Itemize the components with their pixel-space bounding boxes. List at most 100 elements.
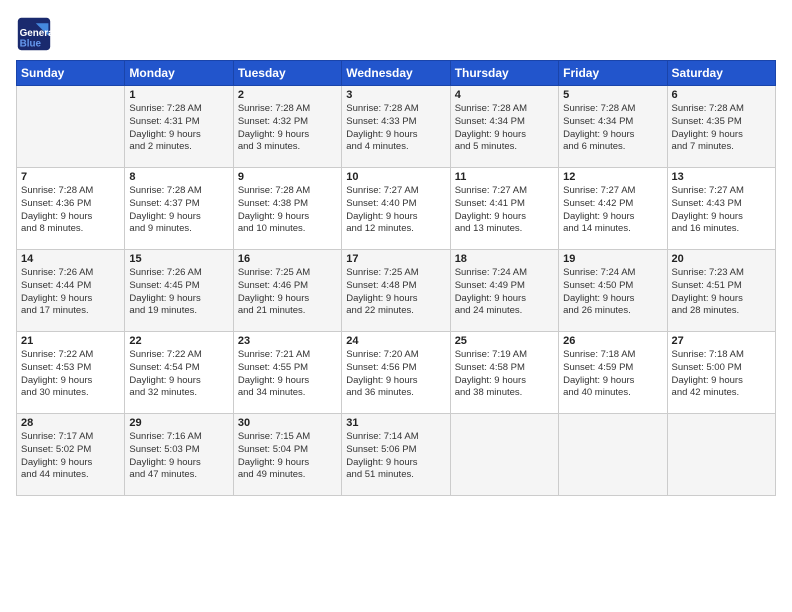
day-number: 29	[129, 417, 228, 429]
day-number: 1	[129, 89, 228, 101]
svg-text:Blue: Blue	[20, 39, 42, 50]
calendar-cell: 25 Sunrise: 7:19 AM Sunset: 4:58 PM Dayli…	[450, 332, 558, 414]
cell-content: Sunrise: 7:25 AM Sunset: 4:48 PM Dayligh…	[346, 267, 445, 318]
cell-content: Sunrise: 7:19 AM Sunset: 4:58 PM Dayligh…	[455, 349, 554, 400]
calendar-cell: 21 Sunrise: 7:22 AM Sunset: 4:53 PM Dayli…	[17, 332, 125, 414]
calendar-body: 1 Sunrise: 7:28 AM Sunset: 4:31 PM Daylig…	[17, 86, 776, 496]
day-number: 25	[455, 335, 554, 347]
day-number: 16	[238, 253, 337, 265]
day-number: 17	[346, 253, 445, 265]
cell-content: Sunrise: 7:15 AM Sunset: 5:04 PM Dayligh…	[238, 431, 337, 482]
cell-content: Sunrise: 7:26 AM Sunset: 4:44 PM Dayligh…	[21, 267, 120, 318]
week-row-2: 7Sunrise: 7:28 AM Sunset: 4:36 PM Daylig…	[17, 168, 776, 250]
day-number: 3	[346, 89, 445, 101]
day-number: 22	[129, 335, 228, 347]
weekday-header-monday: Monday	[125, 61, 233, 86]
cell-content: Sunrise: 7:20 AM Sunset: 4:56 PM Dayligh…	[346, 349, 445, 400]
calendar-cell: 16 Sunrise: 7:25 AM Sunset: 4:46 PM Dayli…	[233, 250, 341, 332]
week-row-1: 1 Sunrise: 7:28 AM Sunset: 4:31 PM Daylig…	[17, 86, 776, 168]
day-number: 4	[455, 89, 554, 101]
cell-content: Sunrise: 7:22 AM Sunset: 4:54 PM Dayligh…	[129, 349, 228, 400]
calendar-cell: 14 Sunrise: 7:26 AM Sunset: 4:44 PM Dayli…	[17, 250, 125, 332]
cell-content: Sunrise: 7:25 AM Sunset: 4:46 PM Dayligh…	[238, 267, 337, 318]
cell-content: Sunrise: 7:24 AM Sunset: 4:49 PM Dayligh…	[455, 267, 554, 318]
cell-content: Sunrise: 7:27 AM Sunset: 4:43 PM Dayligh…	[672, 185, 771, 236]
calendar-cell: 15 Sunrise: 7:26 AM Sunset: 4:45 PM Dayli…	[125, 250, 233, 332]
day-number: 30	[238, 417, 337, 429]
calendar-cell: 24 Sunrise: 7:20 AM Sunset: 4:56 PM Dayli…	[342, 332, 450, 414]
cell-content: Sunrise: 7:26 AM Sunset: 4:45 PM Dayligh…	[129, 267, 228, 318]
cell-content: Sunrise: 7:28 AM Sunset: 4:38 PM Dayligh…	[238, 185, 337, 236]
calendar-cell: 13Sunrise: 7:27 AM Sunset: 4:43 PM Dayli…	[667, 168, 775, 250]
calendar-cell: 11Sunrise: 7:27 AM Sunset: 4:41 PM Dayli…	[450, 168, 558, 250]
calendar-cell: 10 Sunrise: 7:27 AM Sunset: 4:40 PM Dayli…	[342, 168, 450, 250]
logo: General Blue	[16, 16, 52, 52]
day-number: 10	[346, 171, 445, 183]
cell-content: Sunrise: 7:28 AM Sunset: 4:34 PM Dayligh…	[455, 103, 554, 154]
day-number: 21	[21, 335, 120, 347]
logo-icon: General Blue	[16, 16, 52, 52]
cell-content: Sunrise: 7:17 AM Sunset: 5:02 PM Dayligh…	[21, 431, 120, 482]
cell-content: Sunrise: 7:18 AM Sunset: 4:59 PM Dayligh…	[563, 349, 662, 400]
calendar-cell: 8Sunrise: 7:28 AM Sunset: 4:37 PM Daylig…	[125, 168, 233, 250]
calendar-cell: 28 Sunrise: 7:17 AM Sunset: 5:02 PM Dayli…	[17, 414, 125, 496]
cell-content: Sunrise: 7:23 AM Sunset: 4:51 PM Dayligh…	[672, 267, 771, 318]
header: General Blue	[16, 16, 776, 52]
week-row-3: 14 Sunrise: 7:26 AM Sunset: 4:44 PM Dayli…	[17, 250, 776, 332]
cell-content: Sunrise: 7:21 AM Sunset: 4:55 PM Dayligh…	[238, 349, 337, 400]
cell-content: Sunrise: 7:14 AM Sunset: 5:06 PM Dayligh…	[346, 431, 445, 482]
day-number: 9	[238, 171, 337, 183]
calendar-cell: 30 Sunrise: 7:15 AM Sunset: 5:04 PM Dayli…	[233, 414, 341, 496]
calendar-cell: 9 Sunrise: 7:28 AM Sunset: 4:38 PM Daylig…	[233, 168, 341, 250]
cell-content: Sunrise: 7:22 AM Sunset: 4:53 PM Dayligh…	[21, 349, 120, 400]
calendar-cell	[17, 86, 125, 168]
calendar-cell: 22 Sunrise: 7:22 AM Sunset: 4:54 PM Dayli…	[125, 332, 233, 414]
week-row-5: 28 Sunrise: 7:17 AM Sunset: 5:02 PM Dayli…	[17, 414, 776, 496]
calendar-cell: 1 Sunrise: 7:28 AM Sunset: 4:31 PM Daylig…	[125, 86, 233, 168]
day-number: 14	[21, 253, 120, 265]
calendar-table: SundayMondayTuesdayWednesdayThursdayFrid…	[16, 60, 776, 496]
calendar-cell: 19Sunrise: 7:24 AM Sunset: 4:50 PM Dayli…	[559, 250, 667, 332]
calendar-cell: 20Sunrise: 7:23 AM Sunset: 4:51 PM Dayli…	[667, 250, 775, 332]
cell-content: Sunrise: 7:16 AM Sunset: 5:03 PM Dayligh…	[129, 431, 228, 482]
cell-content: Sunrise: 7:28 AM Sunset: 4:31 PM Dayligh…	[129, 103, 228, 154]
calendar-cell: 6Sunrise: 7:28 AM Sunset: 4:35 PM Daylig…	[667, 86, 775, 168]
cell-content: Sunrise: 7:28 AM Sunset: 4:35 PM Dayligh…	[672, 103, 771, 154]
page-container: General Blue SundayMondayTuesdayWednesda…	[0, 0, 792, 504]
day-number: 12	[563, 171, 662, 183]
day-number: 28	[21, 417, 120, 429]
calendar-cell: 5 Sunrise: 7:28 AM Sunset: 4:34 PM Daylig…	[559, 86, 667, 168]
calendar-cell: 18 Sunrise: 7:24 AM Sunset: 4:49 PM Dayli…	[450, 250, 558, 332]
cell-content: Sunrise: 7:27 AM Sunset: 4:40 PM Dayligh…	[346, 185, 445, 236]
weekday-header-tuesday: Tuesday	[233, 61, 341, 86]
weekday-header-wednesday: Wednesday	[342, 61, 450, 86]
cell-content: Sunrise: 7:28 AM Sunset: 4:34 PM Dayligh…	[563, 103, 662, 154]
cell-content: Sunrise: 7:28 AM Sunset: 4:36 PM Dayligh…	[21, 185, 120, 236]
weekday-header-saturday: Saturday	[667, 61, 775, 86]
day-number: 15	[129, 253, 228, 265]
weekday-header-friday: Friday	[559, 61, 667, 86]
day-number: 2	[238, 89, 337, 101]
day-number: 31	[346, 417, 445, 429]
week-row-4: 21 Sunrise: 7:22 AM Sunset: 4:53 PM Dayli…	[17, 332, 776, 414]
calendar-cell: 23 Sunrise: 7:21 AM Sunset: 4:55 PM Dayli…	[233, 332, 341, 414]
cell-content: Sunrise: 7:28 AM Sunset: 4:32 PM Dayligh…	[238, 103, 337, 154]
calendar-cell	[559, 414, 667, 496]
calendar-cell: 2 Sunrise: 7:28 AM Sunset: 4:32 PM Daylig…	[233, 86, 341, 168]
day-number: 18	[455, 253, 554, 265]
cell-content: Sunrise: 7:27 AM Sunset: 4:42 PM Dayligh…	[563, 185, 662, 236]
calendar-cell: 31 Sunrise: 7:14 AM Sunset: 5:06 PM Dayli…	[342, 414, 450, 496]
day-number: 5	[563, 89, 662, 101]
day-number: 24	[346, 335, 445, 347]
cell-content: Sunrise: 7:18 AM Sunset: 5:00 PM Dayligh…	[672, 349, 771, 400]
calendar-cell	[667, 414, 775, 496]
calendar-cell: 4 Sunrise: 7:28 AM Sunset: 4:34 PM Daylig…	[450, 86, 558, 168]
calendar-cell: 3Sunrise: 7:28 AM Sunset: 4:33 PM Daylig…	[342, 86, 450, 168]
calendar-cell: 7Sunrise: 7:28 AM Sunset: 4:36 PM Daylig…	[17, 168, 125, 250]
calendar-cell: 12 Sunrise: 7:27 AM Sunset: 4:42 PM Dayli…	[559, 168, 667, 250]
weekday-header-row: SundayMondayTuesdayWednesdayThursdayFrid…	[17, 61, 776, 86]
calendar-cell: 17 Sunrise: 7:25 AM Sunset: 4:48 PM Dayli…	[342, 250, 450, 332]
day-number: 23	[238, 335, 337, 347]
day-number: 11	[455, 171, 554, 183]
day-number: 19	[563, 253, 662, 265]
